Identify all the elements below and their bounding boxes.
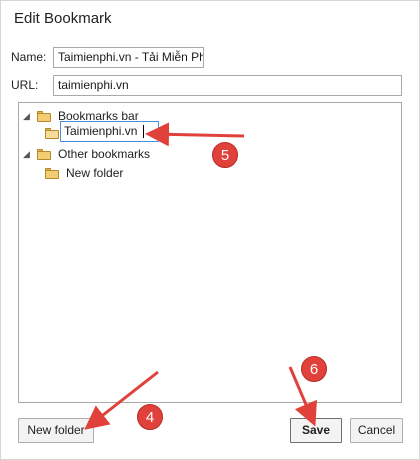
folder-tree[interactable]: ◢ Bookmarks bar ◢ Other bookmarks New fo… [18,102,402,403]
tree-item-label: Other bookmarks [58,147,151,161]
step-4-badge: 4 [137,404,163,430]
folder-rename-input[interactable]: Taimienphi.vn [60,121,159,142]
step-5-badge: 5 [212,142,238,168]
expand-triangle-icon[interactable]: ◢ [23,149,33,160]
cancel-button[interactable]: Cancel [350,418,403,443]
text-caret [143,125,145,139]
tree-item-label: New folder [66,166,124,180]
new-folder-button[interactable]: New folder [18,418,94,443]
name-input[interactable]: Taimienphi.vn - Tải Miễn Phí [53,47,204,68]
save-button[interactable]: Save [290,418,342,443]
tree-item-other-bookmarks[interactable]: ◢ Other bookmarks [23,145,150,163]
folder-icon [37,110,51,122]
folder-rename-value: Taimienphi.vn [64,124,138,138]
edit-bookmark-dialog: Edit Bookmark Name: Taimienphi.vn - Tải … [0,0,420,460]
url-input[interactable]: taimienphi.vn [53,75,402,96]
folder-icon [45,167,59,179]
open-folder-icon [45,127,59,139]
folder-icon [37,148,51,160]
step-6-badge: 6 [301,356,327,382]
tree-item-new-folder[interactable]: New folder [45,164,123,182]
dialog-title: Edit Bookmark [14,10,112,27]
url-label: URL: [11,78,39,92]
name-label: Name: [11,50,47,64]
expand-triangle-icon[interactable]: ◢ [23,111,33,122]
